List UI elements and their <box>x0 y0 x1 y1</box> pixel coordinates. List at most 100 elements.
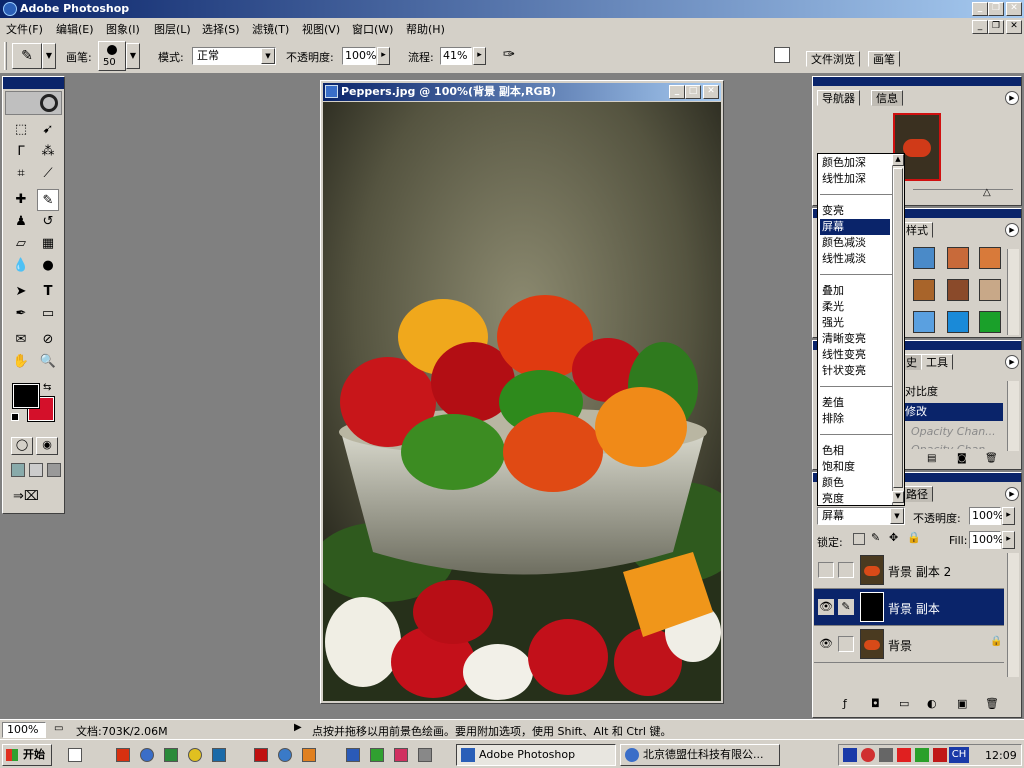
tab-info[interactable]: 信息 <box>871 90 903 106</box>
blend-mode-select[interactable]: 屏幕 ▼ <box>817 507 905 525</box>
menu-view[interactable]: 视图(V) <box>302 21 340 37</box>
tab-tools[interactable]: 工具 <box>921 354 953 370</box>
layer-row-selected[interactable]: 👁 ✎ 背景 副本 <box>814 589 1004 626</box>
tray-ime-indicator[interactable]: CH <box>949 747 969 763</box>
history-item[interactable]: 对比度 <box>903 383 1003 401</box>
layer-link-toggle[interactable] <box>838 562 854 578</box>
tray-app-icon[interactable] <box>915 748 929 762</box>
styles-scrollbar[interactable] <box>1007 249 1019 335</box>
blend-option[interactable]: 亮度 <box>822 491 894 507</box>
quicklaunch-app-icon[interactable] <box>394 748 408 762</box>
dodge-tool-icon[interactable]: ● <box>37 255 59 277</box>
quicklaunch-word-icon[interactable] <box>346 748 360 762</box>
menu-file[interactable]: 文件(F) <box>6 21 43 37</box>
standard-mode-icon[interactable]: ◯ <box>11 437 33 455</box>
menu-layer[interactable]: 图层(L) <box>154 21 191 37</box>
history-item[interactable]: Opacity Chan... <box>903 423 1003 441</box>
brush-tool-preset-button[interactable]: ✎ <box>12 43 42 69</box>
restore-button[interactable]: ❐ <box>988 2 1004 16</box>
tray-clock[interactable]: 12:09 <box>985 749 1017 762</box>
tab-paths[interactable]: 路径 <box>901 486 933 502</box>
blend-option[interactable]: 颜色加深 <box>822 155 894 171</box>
screen-mode-standard-icon[interactable] <box>11 463 25 477</box>
blend-option[interactable]: 变亮 <box>822 203 894 219</box>
image-canvas[interactable] <box>323 102 721 701</box>
style-swatch-5[interactable] <box>947 279 969 301</box>
style-swatch-9[interactable] <box>979 311 1001 333</box>
layer-mask-icon[interactable]: ◘ <box>871 697 880 710</box>
slice-tool-icon[interactable]: ⟋ <box>37 163 59 185</box>
trash-icon[interactable]: 🗑 <box>985 453 998 464</box>
start-button[interactable]: 开始 <box>2 744 52 766</box>
move-tool-icon[interactable]: ➹ <box>37 119 59 141</box>
tray-app-icon[interactable] <box>843 748 857 762</box>
layer-row[interactable]: 👁 背景 🔒 <box>814 626 1004 663</box>
navigator-menu-arrow-icon[interactable]: ▶ <box>1005 91 1019 105</box>
type-tool-icon[interactable]: T <box>37 281 59 303</box>
style-swatch-7[interactable] <box>913 311 935 333</box>
trash-icon[interactable]: 🗑 <box>985 697 999 710</box>
toolbox-title-bar[interactable] <box>3 77 64 89</box>
airbrush-icon[interactable]: ✑ <box>498 45 520 67</box>
screen-mode-full-icon[interactable] <box>47 463 61 477</box>
style-swatch-4[interactable] <box>913 279 935 301</box>
task-browser[interactable]: 北京德盟仕科技有限公... <box>620 744 780 766</box>
blend-option[interactable]: 线性变亮 <box>822 347 894 363</box>
brush-tool-icon[interactable]: ✎ <box>37 189 59 211</box>
new-layer-icon[interactable]: ▣ <box>957 697 967 710</box>
document-title-bar[interactable]: Peppers.jpg @ 100%(背景 副本,RGB) _ □ ✕ <box>323 83 721 101</box>
doc-window-maximize-button[interactable]: □ <box>685 85 701 99</box>
blend-option[interactable]: 饱和度 <box>822 459 894 475</box>
fill-slider-button[interactable]: ▸ <box>1002 531 1015 549</box>
blend-option[interactable]: 线性减淡 <box>822 251 894 267</box>
rectangle-tool-icon[interactable]: ▭ <box>37 303 59 325</box>
tab-brushes[interactable]: 画笔 <box>868 51 900 67</box>
blend-option[interactable]: 清晰变亮 <box>822 331 894 347</box>
flow-slider-button[interactable]: ▸ <box>473 47 486 65</box>
lasso-tool-icon[interactable]: ᒥ <box>10 141 32 163</box>
layer-opacity-slider-button[interactable]: ▸ <box>1002 507 1015 525</box>
blend-option[interactable]: 针状变亮 <box>822 363 894 379</box>
doc-restore-button[interactable]: ❐ <box>988 20 1004 34</box>
foreground-color-swatch-top[interactable] <box>12 383 40 409</box>
lock-transparency-icon[interactable] <box>853 533 865 545</box>
navigator-zoom-slider[interactable] <box>913 189 1013 201</box>
opacity-slider-button[interactable]: ▸ <box>377 47 390 65</box>
default-colors-icon[interactable] <box>11 413 19 421</box>
layer-visibility-toggle[interactable] <box>818 562 834 578</box>
jump-to-imageready-icon[interactable]: ⇒⌧ <box>13 489 39 504</box>
eye-icon[interactable]: 👁 <box>818 636 834 652</box>
pen-tool-icon[interactable]: ✒ <box>10 303 32 325</box>
menu-filter[interactable]: 滤镜(T) <box>252 21 289 37</box>
doc-window-close-button[interactable]: ✕ <box>703 85 719 99</box>
palette-well-icon[interactable] <box>774 47 790 63</box>
close-button[interactable]: ✕ <box>1006 2 1022 16</box>
screen-mode-full-menu-icon[interactable] <box>29 463 43 477</box>
dropdown-scrollbar[interactable]: ▲ ▼ <box>892 154 904 505</box>
history-scrollbar[interactable] <box>1007 381 1019 451</box>
layers-scrollbar[interactable] <box>1007 553 1019 677</box>
doc-close-button[interactable]: ✕ <box>1006 20 1022 34</box>
quicklaunch-ie-icon[interactable] <box>140 748 154 762</box>
quicklaunch-app-icon[interactable] <box>370 748 384 762</box>
quicklaunch-app-icon[interactable] <box>302 748 316 762</box>
blur-tool-icon[interactable]: 💧 <box>10 255 32 277</box>
quicklaunch-app-icon[interactable] <box>254 748 268 762</box>
blend-option[interactable]: 色相 <box>822 443 894 459</box>
brush-icon[interactable]: ✎ <box>838 599 854 615</box>
quicklaunch-app-icon[interactable] <box>418 748 432 762</box>
scroll-down-arrow-icon[interactable]: ▼ <box>892 491 904 503</box>
style-swatch-3[interactable] <box>979 247 1001 269</box>
minimize-button[interactable]: _ <box>972 2 988 16</box>
quicklaunch-app-icon[interactable] <box>164 748 178 762</box>
crop-tool-icon[interactable]: ⌗ <box>10 163 32 185</box>
blend-option-selected[interactable]: 屏幕 <box>820 219 890 235</box>
quicklaunch-app-icon[interactable] <box>116 748 130 762</box>
marquee-tool-icon[interactable]: ⬚ <box>10 119 32 141</box>
layer-set-icon[interactable]: ▭ <box>899 697 909 710</box>
menu-edit[interactable]: 编辑(E) <box>56 21 94 37</box>
eyedropper-tool-icon[interactable]: ⊘ <box>37 329 59 351</box>
lock-all-icon[interactable]: 🔒 <box>907 531 921 544</box>
history-item[interactable]: Opacity Chan... <box>903 441 1003 449</box>
opacity-input[interactable]: 100% <box>342 47 376 65</box>
